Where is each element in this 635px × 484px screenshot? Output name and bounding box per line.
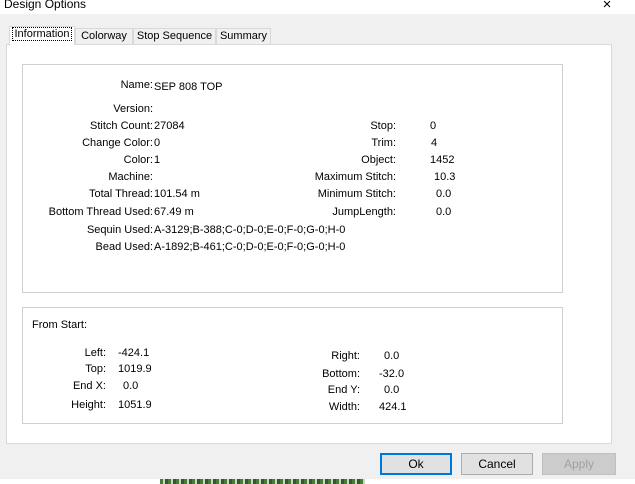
bottom-value: -32.0	[379, 368, 405, 380]
end-x-label: End X:	[72, 380, 106, 392]
name-label: Name:	[120, 79, 153, 91]
jump-length-label: JumpLength:	[332, 206, 396, 218]
bottom-thread-label: Bottom Thread Used:	[48, 206, 153, 218]
tab-colorway[interactable]: Colorway	[75, 28, 133, 45]
bead-used-value: A-1892;B-461;C-0;D-0;E-0;F-0;G-0;H-0	[154, 241, 346, 253]
object-label: Object:	[361, 154, 396, 166]
height-label: Height:	[71, 399, 106, 411]
stitch-count-value: 27084	[154, 120, 185, 132]
background-strip	[160, 479, 365, 484]
max-stitch-value: 10.3	[434, 171, 456, 183]
color-label: Color:	[123, 154, 153, 166]
trim-label: Trim:	[371, 137, 396, 149]
left-label: Left:	[84, 347, 106, 359]
top-label: Top:	[85, 363, 106, 375]
min-stitch-label: Minimum Stitch:	[317, 188, 396, 200]
right-value: 0.0	[384, 350, 400, 362]
right-label: Right:	[331, 350, 360, 362]
tab-summary[interactable]: Summary	[216, 28, 271, 45]
version-label: Version:	[113, 103, 153, 115]
color-value: 1	[154, 154, 161, 166]
tab-information[interactable]: Information	[9, 26, 75, 45]
window-title: Design Options	[4, 0, 87, 11]
jump-length-value: 0.0	[436, 206, 452, 218]
name-value: SEP 808 TOP	[154, 81, 223, 93]
ok-button[interactable]: Ok	[380, 453, 452, 475]
total-thread-label: Total Thread:	[88, 188, 153, 200]
bottom-label: Bottom:	[322, 368, 360, 380]
top-value: 1019.9	[118, 363, 152, 375]
machine-label: Machine:	[108, 171, 153, 183]
bottom-thread-value: 67.49 m	[154, 206, 194, 218]
close-icon[interactable]: ×	[596, 0, 618, 14]
total-thread-value: 101.54 m	[154, 188, 200, 200]
end-x-value: 0.0	[123, 380, 139, 392]
sequin-used-label: Sequin Used:	[86, 224, 153, 236]
width-label: Width:	[328, 401, 360, 413]
end-y-label: End Y:	[327, 384, 360, 396]
stop-value: 0	[430, 120, 437, 132]
cancel-button[interactable]: Cancel	[461, 453, 533, 475]
change-color-label: Change Color:	[82, 137, 153, 149]
height-value: 1051.9	[118, 399, 152, 411]
max-stitch-label: Maximum Stitch:	[314, 171, 396, 183]
stop-label: Stop:	[370, 120, 396, 132]
apply-button[interactable]: Apply	[542, 453, 616, 475]
width-value: 424.1	[379, 401, 407, 413]
end-y-value: 0.0	[384, 384, 400, 396]
tab-stop-sequence[interactable]: Stop Sequence	[133, 28, 216, 45]
bead-used-label: Bead Used:	[95, 241, 153, 253]
change-color-value: 0	[154, 137, 161, 149]
stitch-count-label: Stitch Count:	[90, 120, 153, 132]
sequin-used-value: A-3129;B-388;C-0;D-0;E-0;F-0;G-0;H-0	[154, 224, 346, 236]
object-value: 1452	[430, 154, 455, 166]
min-stitch-value: 0.0	[436, 188, 452, 200]
from-start-group: From Start: Left: -424.1 Top: 1019.9 End…	[22, 307, 563, 424]
trim-value: 4	[431, 137, 438, 149]
from-start-heading: From Start:	[32, 319, 88, 331]
title-bar: Design Options ×	[0, 0, 635, 14]
left-value: -424.1	[118, 347, 150, 359]
design-info-group: Name: SEP 808 TOP Version: Stitch Count:…	[22, 64, 563, 293]
